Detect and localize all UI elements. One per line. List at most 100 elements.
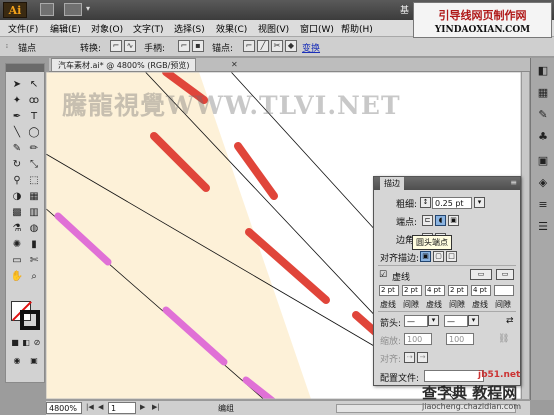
convert-corner-icon[interactable]: ⌐	[110, 40, 122, 52]
mesh-tool-icon[interactable]: ▩	[10, 206, 24, 220]
document-tab[interactable]: 汽车素材.ai* @ 4800% (RGB/预览)	[51, 58, 197, 71]
menu-view[interactable]: 视图(V)	[258, 22, 289, 35]
brush-tool-icon[interactable]: ✎	[10, 142, 24, 156]
vertical-scrollbar[interactable]	[521, 72, 529, 399]
draw-mode-icon[interactable]: ◉	[10, 354, 24, 368]
rotate-tool-icon[interactable]: ↻	[10, 158, 24, 172]
shape-builder-tool-icon[interactable]: ◑	[10, 190, 24, 204]
convert-smooth-icon[interactable]: ∿	[124, 40, 136, 52]
menu-type[interactable]: 文字(T)	[133, 22, 164, 35]
document-close-icon[interactable]: ✕	[231, 60, 238, 69]
none-mode-icon[interactable]: ⊘	[30, 336, 44, 350]
gap-field-2[interactable]: 2 pt	[448, 285, 468, 296]
transform-link[interactable]: 变换	[302, 41, 320, 54]
arrange-documents-icon[interactable]	[64, 3, 82, 16]
start-arrow-select[interactable]: —	[404, 315, 428, 327]
menu-window[interactable]: 窗口(W)	[300, 22, 334, 35]
menu-effect[interactable]: 效果(C)	[216, 22, 247, 35]
ellipse-tool-icon[interactable]: ◯	[27, 126, 41, 140]
bridge-icon[interactable]	[40, 3, 54, 16]
dash-field-1[interactable]: 2 pt	[379, 285, 399, 296]
prev-artboard-icon[interactable]: ◀	[98, 403, 103, 411]
swatches-panel-icon[interactable]: ▦	[536, 86, 550, 100]
symbol-sprayer-tool-icon[interactable]: ✺	[10, 238, 24, 252]
selection-tool-icon[interactable]: ➤	[10, 78, 24, 92]
swap-arrows-icon[interactable]: ⇄	[506, 316, 514, 326]
stroke-panel-icon[interactable]: ☰	[536, 220, 550, 234]
end-arrow-dropdown-icon[interactable]: ▾	[468, 315, 479, 326]
width-tool-icon[interactable]: ⚲	[10, 174, 24, 188]
show-handles-icon[interactable]: ⌐	[178, 40, 190, 52]
perspective-tool-icon[interactable]: ▦	[27, 190, 41, 204]
graph-tool-icon[interactable]: ▮	[27, 238, 41, 252]
next-artboard-icon[interactable]: ▶	[140, 403, 145, 411]
chevron-down-icon[interactable]: ▾	[86, 4, 90, 13]
menu-select[interactable]: 选择(S)	[174, 22, 205, 35]
brushes-panel-icon[interactable]: ✎	[536, 108, 550, 122]
direct-selection-tool-icon[interactable]: ↖	[27, 78, 41, 92]
isolate-icon[interactable]: ◆	[285, 40, 297, 52]
menu-object[interactable]: 对象(O)	[91, 22, 123, 35]
weight-field[interactable]: 0.25 pt	[432, 197, 472, 209]
butt-cap-icon[interactable]: ⊏	[422, 215, 433, 226]
slice-tool-icon[interactable]: ✄	[27, 254, 41, 268]
gap-field-3[interactable]	[494, 285, 514, 296]
projecting-cap-icon[interactable]: ▣	[448, 215, 459, 226]
gap-field-1[interactable]: 2 pt	[402, 285, 422, 296]
pencil-tool-icon[interactable]: ✏	[27, 142, 41, 156]
appearance-panel-icon[interactable]: ◈	[536, 176, 550, 190]
zoom-tool-icon[interactable]: ⌕	[27, 270, 41, 284]
eyedropper-tool-icon[interactable]: ⚗	[10, 222, 24, 236]
align-center-icon[interactable]: ▣	[420, 251, 431, 262]
scale-tool-icon[interactable]: ⤡	[27, 158, 41, 172]
dash-align-icon[interactable]: ▭	[496, 269, 514, 280]
last-artboard-icon[interactable]: ▶|	[152, 403, 160, 411]
menu-file[interactable]: 文件(F)	[8, 22, 38, 35]
stroke-swatch[interactable]	[20, 310, 40, 330]
menu-edit[interactable]: 编辑(E)	[50, 22, 81, 35]
link-scale-icon[interactable]: ⛓	[498, 334, 509, 344]
dash-field-2[interactable]: 4 pt	[425, 285, 445, 296]
hide-handles-icon[interactable]: ▪	[192, 40, 204, 52]
hand-tool-icon[interactable]: ✋	[10, 270, 24, 284]
artboard-tool-icon[interactable]: ▭	[10, 254, 24, 268]
weight-stepper-icon[interactable]: ↕	[420, 197, 431, 208]
stroke-panel-tab[interactable]: 描边	[380, 177, 404, 190]
round-cap-icon[interactable]: ◖	[435, 215, 446, 226]
gradient-tool-icon[interactable]: ▥	[27, 206, 41, 220]
start-arrow-dropdown-icon[interactable]: ▾	[428, 315, 439, 326]
line-tool-icon[interactable]: ╲	[10, 126, 24, 140]
zoom-field[interactable]: 4800%	[46, 402, 82, 414]
type-tool-icon[interactable]: T	[27, 110, 41, 124]
remove-anchor-icon[interactable]: ⌐	[243, 40, 255, 52]
arrow-tip-beyond-icon[interactable]: ⇢	[404, 352, 415, 363]
artboard-number-field[interactable]: 1	[108, 402, 136, 414]
weight-dropdown-icon[interactable]: ▾	[474, 197, 485, 208]
pen-tool-icon[interactable]: ✒	[10, 110, 24, 124]
stroke-panel-header[interactable]: 描边 ≡	[374, 177, 520, 190]
dash-field-3[interactable]: 4 pt	[471, 285, 491, 296]
blend-tool-icon[interactable]: ◍	[27, 222, 41, 236]
menu-help[interactable]: 帮助(H)	[341, 22, 373, 35]
align-inside-icon[interactable]: ▢	[433, 251, 444, 262]
magic-wand-tool-icon[interactable]: ✦	[10, 94, 24, 108]
color-panel-icon[interactable]: ◧	[536, 64, 550, 78]
free-transform-tool-icon[interactable]: ⬚	[27, 174, 41, 188]
align-outside-icon[interactable]: □	[446, 251, 457, 262]
connect-anchor-icon[interactable]: ╱	[257, 40, 269, 52]
dashed-checkbox[interactable]: ☑	[379, 270, 387, 280]
arrow-tip-end-icon[interactable]: →	[417, 352, 428, 363]
cut-path-icon[interactable]: ✂	[271, 40, 283, 52]
first-artboard-icon[interactable]: |◀	[86, 403, 94, 411]
end-scale-field[interactable]: 100	[446, 333, 474, 345]
workspace-label[interactable]: 基	[400, 3, 409, 16]
layers-panel-icon[interactable]: ≡	[536, 198, 550, 212]
lasso-tool-icon[interactable]: ꝏ	[27, 94, 41, 108]
dash-preserve-icon[interactable]: ▭	[470, 269, 492, 280]
graphic-styles-panel-icon[interactable]: ▣	[536, 154, 550, 168]
end-arrow-select[interactable]: —	[444, 315, 468, 327]
screen-mode-icon[interactable]: ▣	[27, 354, 41, 368]
symbols-panel-icon[interactable]: ♣	[536, 130, 550, 144]
start-scale-field[interactable]: 100	[404, 333, 432, 345]
panel-menu-icon[interactable]: ≡	[510, 178, 517, 187]
